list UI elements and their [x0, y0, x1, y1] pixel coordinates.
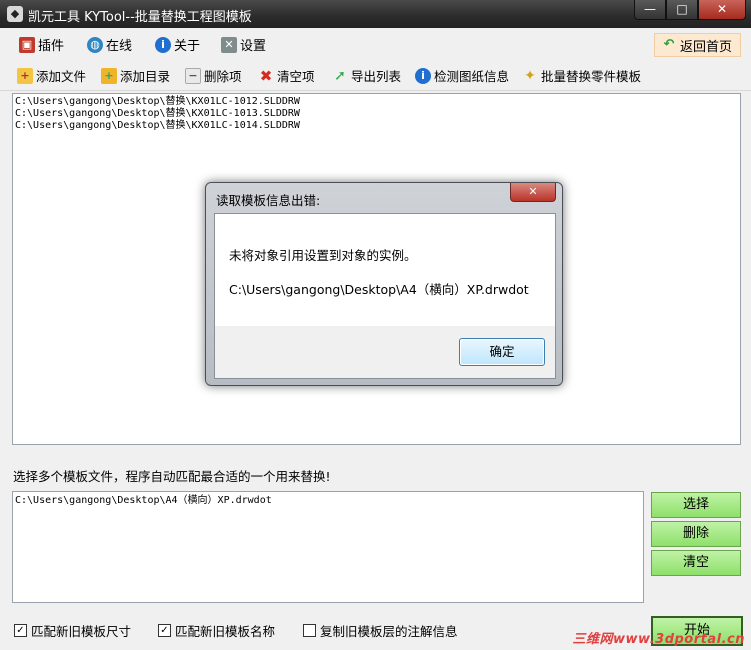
menu-about-label: 关于 [174, 39, 201, 54]
clear-items-button[interactable]: ✖ 清空项 [258, 66, 315, 85]
dialog-message: 未将对象引用设置到对象的实例。 [229, 248, 417, 263]
match-name-checkbox[interactable]: ✓ [158, 624, 171, 637]
add-folder-label: 添加目录 [120, 69, 171, 84]
home-button[interactable]: ↶ 返回首页 [653, 33, 741, 57]
menu-about[interactable]: i 关于 [155, 35, 200, 54]
back-arrow-icon: ↶ [663, 37, 675, 52]
tag-icon: ✦ [524, 67, 536, 84]
close-button[interactable]: ✕ [698, 0, 746, 20]
match-size-label: 匹配新旧模板尺寸 [31, 624, 132, 639]
menu-online-label: 在线 [106, 39, 133, 54]
export-arrow-icon: ➚ [334, 67, 346, 84]
info-icon: i [155, 36, 171, 53]
menu-online[interactable]: ◍ 在线 [87, 35, 132, 54]
export-list-button[interactable]: ➚ 导出列表 [332, 66, 401, 85]
globe-icon: ◍ [87, 36, 103, 53]
menu-settings[interactable]: ✕ 设置 [221, 35, 266, 54]
window-controls: — □ ✕ [634, 0, 746, 20]
export-list-label: 导出列表 [351, 69, 402, 84]
title-bar[interactable]: ◆ 凯元工具 KYTool--批量替换工程图模板 — □ ✕ [0, 0, 751, 28]
app-logo-icon: ◆ [7, 6, 23, 22]
dialog-title: 读取模板信息出错: [216, 193, 321, 208]
list-item[interactable]: C:\Users\gangong\Desktop\替换\KX01LC-1012.… [13, 96, 740, 108]
add-file-label: 添加文件 [36, 69, 87, 84]
check-drawing-info-button[interactable]: i 检测图纸信息 [415, 66, 509, 85]
red-x-icon: ✖ [259, 66, 273, 85]
add-file-button[interactable]: + 添加文件 [17, 66, 86, 85]
option-copy-annotations[interactable]: 复制旧模板层的注解信息 [303, 621, 458, 640]
add-folder-button[interactable]: + 添加目录 [101, 66, 170, 85]
list-item[interactable]: C:\Users\gangong\Desktop\替换\KX01LC-1013.… [13, 108, 740, 120]
copy-annotations-checkbox[interactable] [303, 624, 316, 637]
menu-plugins-label: 插件 [38, 39, 65, 54]
dialog-message-area: 未将对象引用设置到对象的实例。 C:\Users\gangong\Desktop… [215, 214, 555, 326]
list-item[interactable]: C:\Users\gangong\Desktop\替换\KX01LC-1014.… [13, 120, 740, 132]
menu-settings-label: 设置 [240, 39, 267, 54]
dialog-close-button[interactable]: ✕ [510, 183, 556, 202]
option-match-size[interactable]: ✓ 匹配新旧模板尺寸 [14, 621, 131, 640]
match-name-label: 匹配新旧模板名称 [175, 624, 276, 639]
batch-replace-part-template-button[interactable]: ✦ 批量替换零件模板 [522, 66, 641, 85]
clear-items-label: 清空项 [277, 69, 315, 84]
check-drawing-info-label: 检测图纸信息 [434, 69, 510, 84]
info-icon: i [415, 67, 431, 84]
home-button-label: 返回首页 [679, 39, 732, 55]
delete-item-label: 删除项 [204, 69, 242, 84]
ok-button[interactable]: 确定 [459, 338, 545, 366]
menu-plugins[interactable]: ▣ 插件 [19, 35, 64, 54]
main-window: ◆ 凯元工具 KYTool--批量替换工程图模板 — □ ✕ ▣ 插件 ◍ 在线… [0, 0, 751, 650]
clear-templates-button[interactable]: 清空 [651, 550, 741, 576]
error-dialog: 读取模板信息出错: ✕ 未将对象引用设置到对象的实例。 C:\Users\gan… [205, 182, 563, 386]
option-match-name[interactable]: ✓ 匹配新旧模板名称 [158, 621, 275, 640]
watermark: 三维网www.3dportal.cn [572, 632, 745, 647]
match-size-checkbox[interactable]: ✓ [14, 624, 27, 637]
template-hint: 选择多个模板文件，程序自动匹配最合适的一个用来替换! [13, 469, 331, 484]
window-title: 凯元工具 KYTool--批量替换工程图模板 [28, 10, 252, 25]
tools-icon: ✕ [221, 36, 237, 53]
list-item[interactable]: C:\Users\gangong\Desktop\A4（横向）XP.drwdot [13, 495, 643, 507]
minimize-button[interactable]: — [634, 0, 666, 20]
copy-annotations-label: 复制旧模板层的注解信息 [320, 624, 458, 639]
toolbar: + 添加文件 + 添加目录 − 删除项 ✖ 清空项 ➚ 导出列表 i 检测图纸信… [0, 60, 751, 91]
dialog-path: C:\Users\gangong\Desktop\A4（横向）XP.drwdot [229, 282, 529, 297]
dialog-body: 未将对象引用设置到对象的实例。 C:\Users\gangong\Desktop… [214, 213, 556, 379]
batch-replace-part-template-label: 批量替换零件模板 [541, 69, 642, 84]
delete-template-button[interactable]: 删除 [651, 521, 741, 547]
maximize-button[interactable]: □ [666, 0, 698, 20]
add-file-icon: + [17, 67, 33, 84]
plugin-icon: ▣ [19, 36, 35, 53]
delete-item-icon: − [185, 67, 201, 84]
template-file-list[interactable]: C:\Users\gangong\Desktop\A4（横向）XP.drwdot [12, 491, 644, 603]
menu-bar: ▣ 插件 ◍ 在线 i 关于 ✕ 设置 ↶ 返回首页 [0, 30, 751, 58]
select-template-button[interactable]: 选择 [651, 492, 741, 518]
delete-item-button[interactable]: − 删除项 [185, 66, 242, 85]
add-folder-icon: + [101, 67, 117, 84]
